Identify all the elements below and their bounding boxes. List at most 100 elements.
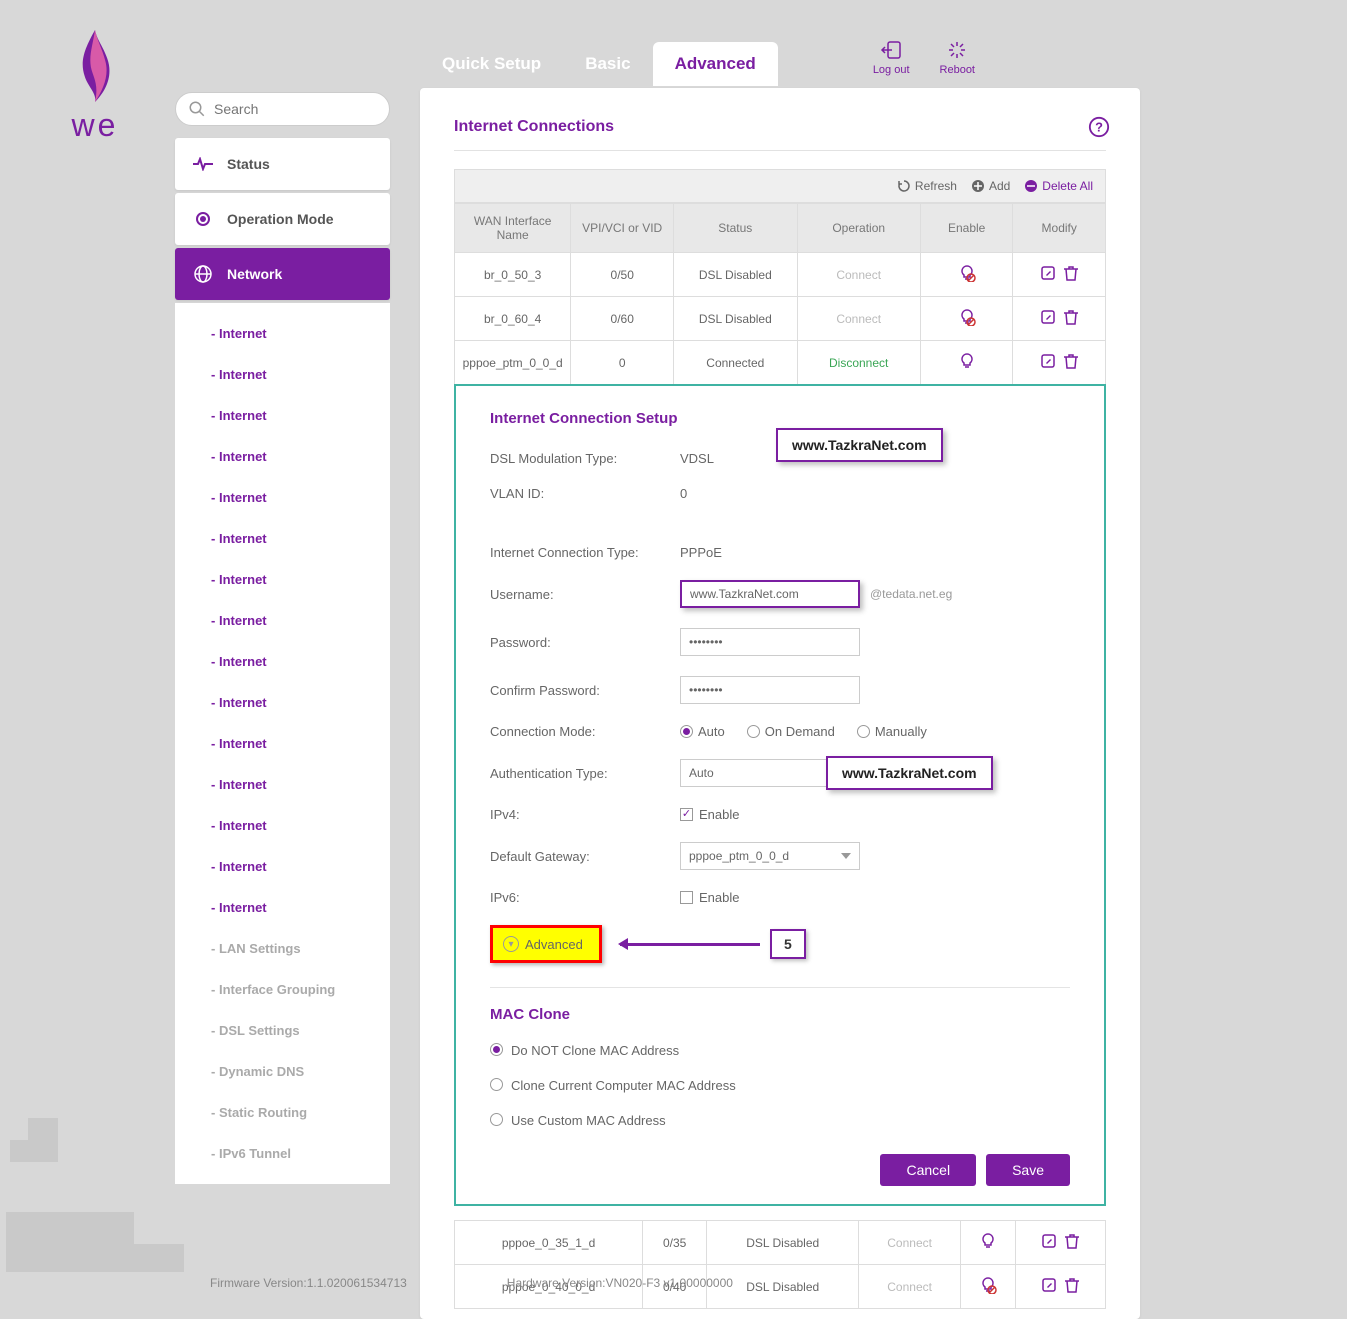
annotation-step: 5	[770, 929, 806, 959]
subnav-internet[interactable]: Internet	[175, 477, 390, 518]
edit-icon[interactable]	[1041, 1282, 1057, 1296]
reboot-label: Reboot	[940, 64, 975, 76]
subnav-internet[interactable]: Internet	[175, 559, 390, 600]
confirm-password-input[interactable]	[680, 676, 860, 704]
table-ops-bar: Refresh Add Delete All	[454, 169, 1106, 203]
subnav-internet[interactable]: Internet	[175, 805, 390, 846]
edit-icon[interactable]	[1041, 1238, 1057, 1252]
subnav-internet[interactable]: Internet	[175, 641, 390, 682]
subnav-internet[interactable]: Internet	[175, 846, 390, 887]
subnav-ddns[interactable]: Dynamic DNS	[175, 1051, 390, 1092]
username-suffix: @tedata.net.eg	[870, 587, 952, 601]
username-label: Username:	[490, 587, 680, 602]
cell-operation[interactable]: Disconnect	[797, 341, 920, 386]
trash-icon[interactable]	[1065, 1238, 1079, 1252]
top-tabs: Quick Setup Basic Advanced	[420, 42, 778, 86]
cell-vpi: 0	[571, 341, 674, 386]
bulb-icon[interactable]	[958, 359, 976, 373]
th-status: Status	[674, 204, 797, 253]
trash-icon[interactable]	[1065, 1282, 1079, 1296]
tab-advanced[interactable]: Advanced	[653, 42, 778, 86]
cancel-button[interactable]: Cancel	[880, 1154, 976, 1186]
brand-logo: we	[50, 30, 140, 144]
cell-enable[interactable]	[961, 1265, 1016, 1309]
subnav-internet[interactable]: Internet	[175, 887, 390, 928]
nav-status[interactable]: Status	[175, 138, 390, 190]
cell-name: br_0_60_4	[455, 297, 571, 341]
radio-dot-icon	[857, 725, 870, 738]
gateway-select[interactable]: pppoe_ptm_0_0_d	[680, 842, 860, 870]
password-input[interactable]	[680, 628, 860, 656]
subnav-internet[interactable]: Internet	[175, 600, 390, 641]
cell-status: DSL Disabled	[707, 1221, 859, 1265]
bulb-icon[interactable]	[958, 315, 976, 329]
cell-vpi: 0/60	[571, 297, 674, 341]
bulb-icon[interactable]	[979, 1239, 997, 1253]
trash-icon[interactable]	[1064, 270, 1078, 284]
vlan-value: 0	[680, 486, 687, 501]
password-label: Password:	[490, 635, 680, 650]
trash-icon[interactable]	[1064, 314, 1078, 328]
conn-type-label: Internet Connection Type:	[490, 545, 680, 560]
nav-network[interactable]: Network	[175, 248, 390, 300]
bulb-icon[interactable]	[979, 1283, 997, 1297]
advanced-toggle[interactable]: ▾ Advanced	[490, 925, 602, 963]
radio-ondemand[interactable]: On Demand	[747, 724, 835, 739]
table-row: pppoe_ptm_0_0_d0ConnectedDisconnect	[455, 341, 1106, 386]
radio-clonecur[interactable]: Clone Current Computer MAC Address	[490, 1078, 736, 1093]
subnav-dsl[interactable]: DSL Settings	[175, 1010, 390, 1051]
subnav-internet[interactable]: Internet	[175, 395, 390, 436]
hardware-version: Hardware Version:VN020-F3 v1.00000000	[507, 1276, 733, 1290]
subnav-internet[interactable]: Internet	[175, 518, 390, 559]
subnav-ipv6-tunnel[interactable]: IPv6 Tunnel	[175, 1133, 390, 1174]
sub-nav: Internet Internet Internet Internet Inte…	[175, 303, 390, 1184]
subnav-internet[interactable]: Internet	[175, 436, 390, 477]
radio-manually[interactable]: Manually	[857, 724, 927, 739]
refresh-button[interactable]: Refresh	[897, 179, 957, 193]
tab-basic[interactable]: Basic	[563, 42, 652, 86]
subnav-internet[interactable]: Internet	[175, 682, 390, 723]
pulse-icon	[193, 154, 213, 174]
reboot-icon	[946, 40, 968, 60]
edit-icon[interactable]	[1040, 270, 1056, 284]
subnav-static-routing[interactable]: Static Routing	[175, 1092, 390, 1133]
help-icon[interactable]: ?	[1088, 116, 1110, 138]
reboot-button[interactable]: Reboot	[940, 40, 975, 76]
search-input[interactable]	[214, 101, 377, 117]
th-name: WAN Interface Name	[455, 204, 571, 253]
main-panel: ? Internet Connections Refresh Add Delet…	[420, 88, 1140, 1319]
trash-icon[interactable]	[1064, 358, 1078, 372]
save-button[interactable]: Save	[986, 1154, 1070, 1186]
edit-icon[interactable]	[1040, 358, 1056, 372]
radio-dot-icon	[747, 725, 760, 738]
username-input[interactable]	[680, 580, 860, 608]
th-vpi: VPI/VCI or VID	[571, 204, 674, 253]
nav-operation-mode[interactable]: Operation Mode	[175, 193, 390, 245]
edit-icon[interactable]	[1040, 314, 1056, 328]
search-box[interactable]	[175, 92, 390, 126]
ipv6-checkbox[interactable]	[680, 891, 693, 904]
cell-operation: Connect	[859, 1221, 961, 1265]
radio-custom[interactable]: Use Custom MAC Address	[490, 1113, 666, 1128]
subnav-ifgroup[interactable]: Interface Grouping	[175, 969, 390, 1010]
add-button[interactable]: Add	[971, 179, 1010, 193]
subnav-internet[interactable]: Internet	[175, 764, 390, 805]
radio-auto[interactable]: Auto	[680, 724, 725, 739]
delete-all-button[interactable]: Delete All	[1024, 179, 1093, 193]
panel-title: Internet Connections	[454, 118, 1106, 151]
cell-enable[interactable]	[920, 341, 1013, 386]
cell-enable[interactable]	[920, 253, 1013, 297]
subnav-internet[interactable]: Internet	[175, 723, 390, 764]
cell-enable[interactable]	[920, 297, 1013, 341]
subnav-internet[interactable]: Internet	[175, 313, 390, 354]
bulb-icon[interactable]	[958, 271, 976, 285]
cell-enable[interactable]	[961, 1221, 1016, 1265]
subnav-internet[interactable]: Internet	[175, 354, 390, 395]
radio-noclone[interactable]: Do NOT Clone MAC Address	[490, 1043, 679, 1058]
logout-button[interactable]: Log out	[873, 40, 910, 76]
tab-quick-setup[interactable]: Quick Setup	[420, 42, 563, 86]
radio-icon	[193, 209, 213, 229]
subnav-lan[interactable]: LAN Settings	[175, 928, 390, 969]
setup-title: Internet Connection Setup	[490, 410, 1070, 427]
ipv4-checkbox[interactable]	[680, 808, 693, 821]
